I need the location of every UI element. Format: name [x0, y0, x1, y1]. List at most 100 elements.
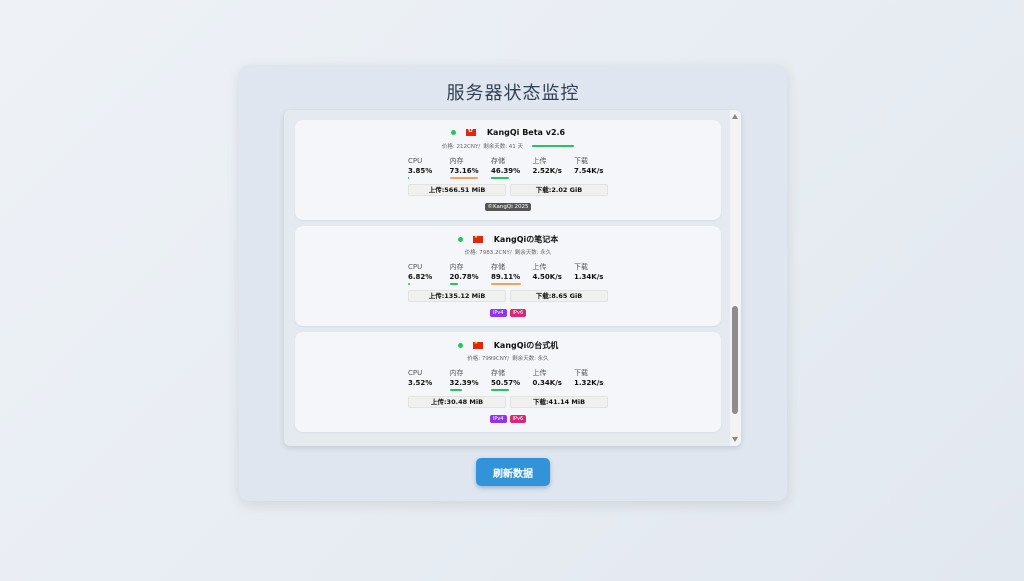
download-total: 下载:41.14 MiB: [510, 396, 608, 408]
cn-flag-icon: [472, 234, 483, 243]
upload-label: 上传: [532, 369, 547, 377]
download-total: 下载:2.02 GiB: [510, 184, 608, 196]
mem-value: 20.78%: [449, 273, 479, 281]
cpu-bar: [408, 177, 409, 179]
server-badges: IPv4 IPv6: [295, 415, 721, 423]
server-price: 价格: 212CNY/: [441, 144, 481, 150]
page-title: 服务器状态监控: [446, 83, 580, 104]
download-value: 1.32K/s: [574, 379, 604, 387]
download-value: 1.34K/s: [574, 273, 604, 281]
server-card: KangQi Beta v2.6 价格: 212CNY/ 剩余天数: 41 天 …: [295, 120, 721, 220]
cpu-bar: [408, 283, 410, 285]
upload-metric: 上传 4.50K/s: [533, 263, 575, 285]
disk-label: 存储: [491, 157, 505, 165]
upload-metric: 上传 0.34K/s: [533, 369, 575, 391]
cpu-label: CPU: [408, 157, 423, 165]
download-label: 下载: [574, 157, 588, 165]
server-metrics: CPU 3.52% 内存 32.39% 存储 50.57% 上传 0.34K/s: [408, 369, 616, 391]
server-metrics: CPU 3.85% 内存 73.16% 存储 46.39% 上传 2.52K/s: [408, 157, 616, 179]
refresh-button[interactable]: 刷新数据: [476, 458, 550, 486]
disk-metric: 存储 46.39%: [491, 157, 533, 179]
cpu-metric: CPU 6.82%: [408, 263, 450, 285]
cpu-value: 3.52%: [408, 379, 433, 387]
upload-metric: 上传 2.52K/s: [533, 157, 575, 179]
server-billing: 价格: 7999CNY/ 剩余天数: 永久: [295, 354, 721, 362]
scrollbar[interactable]: [730, 110, 741, 446]
upload-total: 上传:135.12 MiB: [408, 290, 506, 302]
disk-metric: 存储 89.11%: [491, 263, 533, 285]
server-list[interactable]: KangQi Beta v2.6 价格: 212CNY/ 剩余天数: 41 天 …: [284, 110, 741, 446]
upload-label: 上传: [532, 157, 547, 165]
scroll-up-arrow-icon[interactable]: [732, 114, 738, 119]
mem-value: 73.16%: [449, 167, 479, 175]
upload-value: 4.50K/s: [532, 273, 562, 281]
upload-value: 2.52K/s: [532, 167, 562, 175]
status-online-icon: [457, 343, 463, 348]
download-metric: 下载 1.32K/s: [574, 369, 616, 391]
mem-bar: [449, 283, 458, 285]
server-badges: ©KangQi 2025: [295, 203, 721, 211]
download-label: 下载: [574, 369, 588, 377]
days-progress-bar: [532, 145, 575, 147]
mem-label: 内存: [449, 157, 464, 165]
server-days: 剩余天数: 永久: [514, 250, 552, 256]
traffic-totals: 上传:135.12 MiB 下载:8.65 GiB: [408, 290, 608, 302]
mem-bar: [449, 389, 462, 391]
server-header: KangQiの笔记本: [295, 234, 721, 245]
cpu-value: 3.85%: [408, 167, 433, 175]
mem-metric: 内存 20.78%: [449, 263, 492, 285]
upload-total: 上传:566.51 MiB: [408, 184, 506, 196]
server-badges: IPv4 IPv6: [295, 309, 721, 317]
mem-bar: [449, 177, 478, 179]
hk-flag-icon: [465, 127, 476, 136]
mem-label: 内存: [449, 263, 464, 271]
mem-value: 32.39%: [449, 379, 479, 387]
server-price: 价格: 7999CNY/: [467, 356, 510, 362]
download-label: 下载: [574, 263, 588, 271]
scrollbar-thumb[interactable]: [732, 306, 738, 414]
disk-value: 50.57%: [491, 379, 521, 387]
status-online-icon: [457, 237, 463, 242]
download-value: 7.54K/s: [574, 167, 604, 175]
ipv6-badge: IPv6: [509, 415, 527, 423]
cpu-metric: CPU 3.85%: [408, 157, 450, 179]
server-name: KangQiの笔记本: [493, 235, 559, 244]
status-online-icon: [450, 130, 456, 135]
disk-label: 存储: [491, 369, 505, 377]
server-days: 剩余天数: 41 天: [483, 144, 524, 150]
server-billing: 价格: 7983.2CNY/ 剩余天数: 永久: [295, 248, 721, 256]
mem-metric: 内存 73.16%: [449, 157, 492, 179]
server-metrics: CPU 6.82% 内存 20.78% 存储 89.11% 上传 4.50K/s: [408, 263, 616, 285]
server-header: KangQi Beta v2.6: [295, 127, 721, 137]
disk-bar: [491, 177, 509, 179]
cpu-label: CPU: [408, 369, 423, 377]
ipv6-badge: IPv6: [509, 309, 527, 317]
server-price: 价格: 7983.2CNY/: [464, 250, 512, 256]
cpu-metric: CPU 3.52%: [408, 369, 450, 391]
traffic-totals: 上传:30.48 MiB 下载:41.14 MiB: [408, 396, 608, 408]
download-metric: 下载 7.54K/s: [574, 157, 616, 179]
cpu-label: CPU: [408, 263, 423, 271]
scroll-down-arrow-icon[interactable]: [732, 437, 738, 442]
upload-total: 上传:30.48 MiB: [408, 396, 506, 408]
server-name: KangQiの台式机: [493, 341, 559, 350]
disk-bar: [491, 283, 521, 285]
mem-metric: 内存 32.39%: [449, 369, 492, 391]
copyright-badge: ©KangQi 2025: [484, 203, 532, 211]
download-metric: 下载 1.34K/s: [574, 263, 616, 285]
mem-label: 内存: [449, 369, 464, 377]
server-card: KangQiの笔记本 价格: 7983.2CNY/ 剩余天数: 永久 CPU 6…: [295, 226, 721, 326]
disk-value: 46.39%: [491, 167, 521, 175]
ipv4-badge: IPv4: [489, 309, 507, 317]
server-header: KangQiの台式机: [295, 340, 721, 351]
server-card: KangQiの台式机 价格: 7999CNY/ 剩余天数: 永久 CPU 3.5…: [295, 332, 721, 432]
disk-metric: 存储 50.57%: [491, 369, 533, 391]
traffic-totals: 上传:566.51 MiB 下载:2.02 GiB: [408, 184, 608, 196]
disk-value: 89.11%: [491, 273, 521, 281]
upload-value: 0.34K/s: [532, 379, 562, 387]
disk-bar: [491, 389, 509, 391]
download-total: 下载:8.65 GiB: [510, 290, 608, 302]
monitor-panel: 服务器状态监控 KangQi Beta v2.6 价格: 212CNY/ 剩余天…: [239, 65, 787, 501]
ipv4-badge: IPv4: [489, 415, 507, 423]
server-days: 剩余天数: 永久: [512, 356, 549, 362]
